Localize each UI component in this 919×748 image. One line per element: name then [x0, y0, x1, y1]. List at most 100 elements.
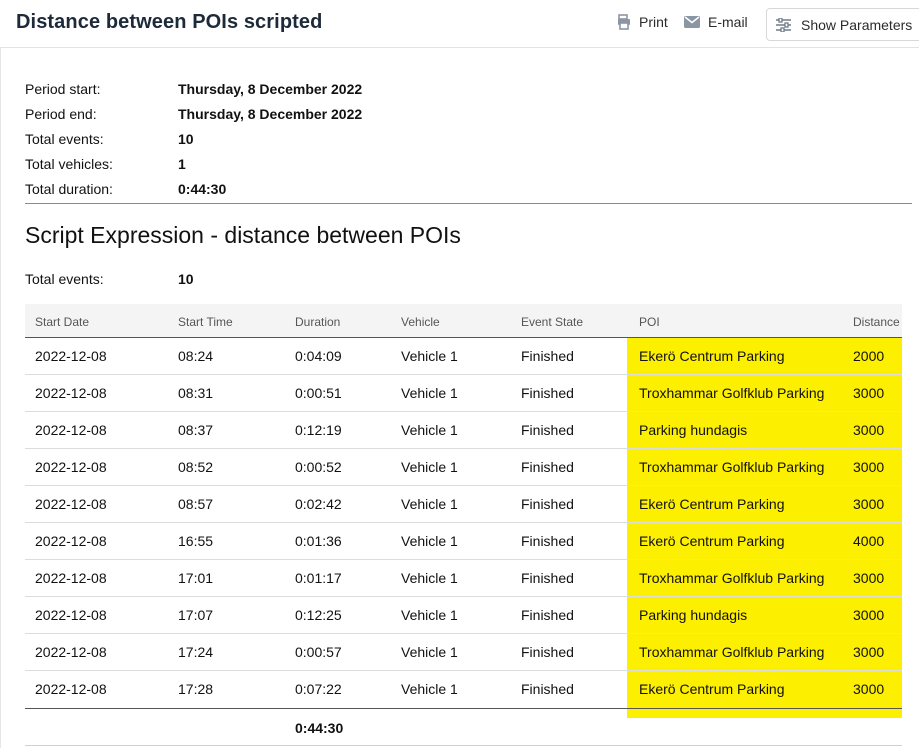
print-button[interactable]: Print — [617, 14, 668, 30]
summary-row-total-events: Total events: 10 — [25, 127, 362, 152]
cell-duration: 0:00:57 — [295, 644, 342, 660]
column-header-start-time[interactable]: Start Time — [178, 315, 233, 329]
cell-event-state: Finished — [521, 496, 574, 512]
cell-vehicle: Vehicle 1 — [401, 607, 458, 623]
cell-start-date: 2022-12-08 — [35, 644, 107, 660]
cell-start-time: 17:07 — [178, 607, 214, 623]
cell-start-time: 16:55 — [178, 533, 214, 549]
cell-vehicle: Vehicle 1 — [401, 570, 458, 586]
cell-start-date: 2022-12-08 — [35, 496, 107, 512]
cell-duration: 0:00:52 — [295, 459, 342, 475]
cell-duration: 0:07:22 — [295, 681, 342, 697]
summary-value: 0:44:30 — [178, 180, 227, 197]
email-label: E-mail — [708, 14, 748, 30]
column-header-duration[interactable]: Duration — [295, 315, 340, 329]
cell-event-state: Finished — [521, 422, 574, 438]
cell-start-time: 08:24 — [178, 348, 214, 364]
cell-event-state: Finished — [521, 644, 574, 660]
summary-label: Total events: — [25, 130, 104, 147]
left-border — [0, 48, 1, 748]
table-row[interactable]: 2022-12-08 08:57 0:02:42 Vehicle 1 Finished E… — [25, 486, 902, 523]
cell-duration: 0:00:51 — [295, 385, 342, 401]
report-body: Period start: Thursday, 8 December 2022 … — [0, 48, 919, 748]
table-row[interactable]: 2022-12-08 08:52 0:00:52 Vehicle 1 Finished T… — [25, 449, 902, 486]
cell-poi: Parking hundagis — [639, 607, 748, 623]
table-body: 2022-12-08 08:24 0:04:09 Vehicle 1 Finished E… — [25, 338, 902, 708]
summary-label: Total vehicles: — [25, 155, 113, 172]
table-row[interactable]: 2022-12-08 17:28 0:07:22 Vehicle 1 Finished E… — [25, 671, 902, 708]
cell-vehicle: Vehicle 1 — [401, 533, 458, 549]
column-header-start-date[interactable]: Start Date — [35, 315, 89, 329]
table-row[interactable]: 2022-12-08 16:55 0:01:36 Vehicle 1 Finished E… — [25, 523, 902, 560]
cell-distance: 3000 — [853, 422, 885, 438]
table-footer: 0:44:30 — [25, 708, 902, 746]
column-header-event-state[interactable]: Event State — [521, 315, 583, 329]
cell-start-date: 2022-12-08 — [35, 533, 107, 549]
cell-poi: Ekerö Centrum Parking — [639, 496, 785, 512]
cell-vehicle: Vehicle 1 — [401, 496, 458, 512]
cell-distance: 3000 — [853, 496, 885, 512]
cell-start-time: 17:24 — [178, 644, 214, 660]
cell-duration: 0:02:42 — [295, 496, 342, 512]
email-button[interactable]: E-mail — [684, 14, 748, 30]
column-header-poi[interactable]: POI — [639, 315, 660, 329]
cell-poi: Ekerö Centrum Parking — [639, 533, 785, 549]
sliders-icon — [776, 17, 791, 32]
cell-duration: 0:04:09 — [295, 348, 342, 364]
summary-value: Thursday, 8 December 2022 — [178, 81, 363, 98]
column-header-vehicle[interactable]: Vehicle — [401, 315, 440, 329]
cell-event-state: Finished — [521, 533, 574, 549]
summary-label: Total duration: — [25, 180, 113, 197]
cell-distance: 2000 — [853, 348, 885, 364]
print-label: Print — [639, 14, 668, 30]
cell-start-time: 17:28 — [178, 681, 214, 697]
section-total-events: Total events: 10 — [25, 270, 194, 288]
table-row[interactable]: 2022-12-08 17:24 0:00:57 Vehicle 1 Finished T… — [25, 634, 902, 671]
print-icon — [617, 14, 631, 30]
table-row[interactable]: 2022-12-08 08:31 0:00:51 Vehicle 1 Finished T… — [25, 375, 902, 412]
cell-vehicle: Vehicle 1 — [401, 385, 458, 401]
summary-row-total-duration: Total duration: 0:44:30 — [25, 176, 362, 201]
section-total-label: Total events: — [25, 271, 104, 287]
footer-total-duration: 0:44:30 — [295, 720, 344, 736]
cell-duration: 0:12:25 — [295, 607, 342, 623]
summary-label: Period end: — [25, 106, 97, 123]
cell-distance: 4000 — [853, 533, 885, 549]
page-title: Distance between POIs scripted — [16, 11, 323, 33]
cell-vehicle: Vehicle 1 — [401, 422, 458, 438]
cell-poi: Troxhammar Golfklub Parking — [639, 644, 825, 660]
summary-label: Period start: — [25, 81, 101, 98]
section-divider — [25, 203, 912, 204]
cell-duration: 0:01:36 — [295, 533, 342, 549]
summary-value: Thursday, 8 December 2022 — [178, 106, 363, 123]
column-header-distance[interactable]: Distance — [853, 315, 900, 329]
summary-row-period-end: Period end: Thursday, 8 December 2022 — [25, 102, 362, 127]
cell-start-time: 08:57 — [178, 496, 214, 512]
section-total-value: 10 — [178, 271, 194, 287]
table-row[interactable]: 2022-12-08 17:01 0:01:17 Vehicle 1 Finished T… — [25, 560, 902, 597]
table-row[interactable]: 2022-12-08 08:24 0:04:09 Vehicle 1 Finished E… — [25, 338, 902, 375]
cell-start-date: 2022-12-08 — [35, 459, 107, 475]
cell-poi: Ekerö Centrum Parking — [639, 681, 785, 697]
table-row[interactable]: 2022-12-08 08:37 0:12:19 Vehicle 1 Finished P… — [25, 412, 902, 449]
events-table: Start Date Start Time Duration Vehicle E… — [25, 304, 902, 746]
cell-vehicle: Vehicle 1 — [401, 459, 458, 475]
cell-distance: 3000 — [853, 570, 885, 586]
envelope-icon — [684, 16, 700, 28]
show-parameters-label: Show Parameters — [801, 16, 913, 33]
cell-start-date: 2022-12-08 — [35, 385, 107, 401]
cell-duration: 0:01:17 — [295, 570, 342, 586]
section-title: Script Expression - distance between POI… — [25, 222, 461, 248]
cell-event-state: Finished — [521, 459, 574, 475]
cell-distance: 3000 — [853, 644, 885, 660]
table-row[interactable]: 2022-12-08 17:07 0:12:25 Vehicle 1 Finished P… — [25, 597, 902, 634]
cell-start-date: 2022-12-08 — [35, 607, 107, 623]
cell-event-state: Finished — [521, 570, 574, 586]
show-parameters-button[interactable]: Show Parameters — [766, 8, 919, 41]
cell-start-date: 2022-12-08 — [35, 422, 107, 438]
summary-block: Period start: Thursday, 8 December 2022 … — [25, 77, 362, 201]
cell-start-time: 17:01 — [178, 570, 214, 586]
cell-event-state: Finished — [521, 681, 574, 697]
table-header: Start Date Start Time Duration Vehicle E… — [25, 304, 902, 338]
cell-poi: Troxhammar Golfklub Parking — [639, 385, 825, 401]
